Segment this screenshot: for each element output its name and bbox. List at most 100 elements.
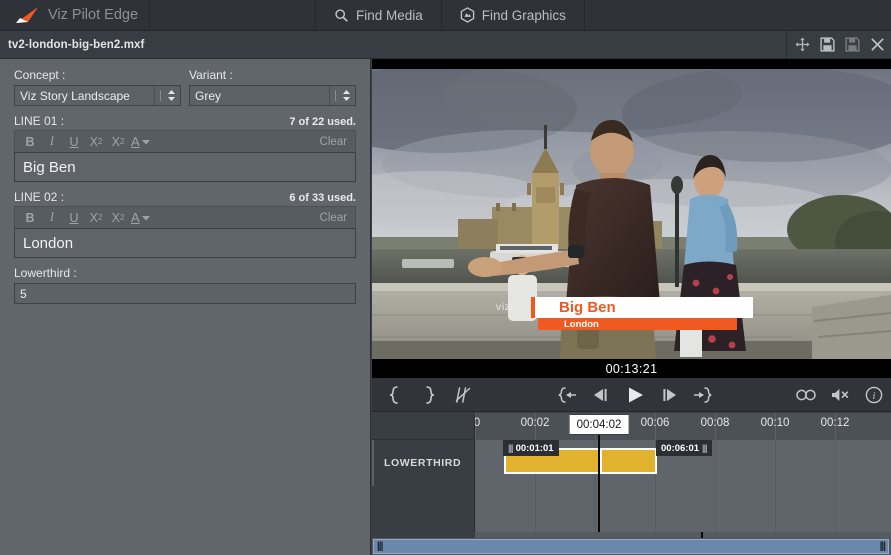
line-01-clear-button[interactable]: Clear <box>320 136 355 148</box>
graphics-form-panel: Concept : Viz Story Landscape Variant: … <box>0 59 371 555</box>
video-letterbox-top <box>372 59 891 69</box>
font-color-icon[interactable]: A <box>129 134 152 149</box>
mark-in-timecode: 00:01:01 <box>515 442 554 454</box>
timeline-playhead[interactable] <box>598 433 600 532</box>
variant-value: Grey <box>195 88 222 103</box>
lowerthird-graphic-overlay: vizrt Big Ben London <box>483 297 753 330</box>
underline-icon[interactable]: U <box>63 208 85 228</box>
timeline-gridline <box>775 440 776 532</box>
subscript-icon[interactable]: X2 <box>85 208 107 228</box>
line-01-charcount: 7 of 22 used. <box>289 116 356 128</box>
font-color-icon[interactable]: A <box>129 210 152 225</box>
mark-out-icon[interactable] <box>412 378 446 412</box>
save-icon[interactable] <box>820 37 835 52</box>
toolbar-right-spacer <box>585 0 891 30</box>
bold-icon[interactable]: B <box>19 132 41 152</box>
loop-icon[interactable] <box>789 378 823 412</box>
vizrt-logo-text: vizrt <box>495 302 519 313</box>
line-01-header: LINE 01 : 7 of 22 used. <box>14 114 356 128</box>
go-to-out-point-icon[interactable] <box>686 378 720 412</box>
timeline-header-ruler-cell <box>372 413 474 440</box>
chevron-down-icon <box>141 139 150 144</box>
timeline-gridline <box>475 440 476 532</box>
transport-playback-group <box>550 378 720 412</box>
variant-field: Variant : Grey <box>189 68 356 106</box>
timeline-gridline <box>715 440 716 532</box>
tab-find-graphics[interactable]: Find Graphics <box>442 0 585 30</box>
grip-icon: ||| <box>702 443 707 453</box>
bold-icon[interactable]: B <box>19 208 41 228</box>
scrollbar-left-grip-icon[interactable]: ||| <box>377 541 383 552</box>
subscript-icon[interactable]: X2 <box>85 132 107 152</box>
concept-spinner[interactable] <box>154 86 180 105</box>
font-color-letter: A <box>131 210 140 225</box>
lowerthird-label: Lowerthird : <box>14 266 77 280</box>
clip-split-marker <box>600 450 602 472</box>
mark-out-badge[interactable]: 00:06:01 ||| <box>656 440 712 456</box>
step-forward-icon[interactable] <box>652 378 686 412</box>
timeline-horizontal-scrollbar[interactable]: ||| ||| <box>373 539 889 554</box>
underline-icon[interactable]: U <box>63 132 85 152</box>
lowerthird-title-text: Big Ben <box>535 297 753 318</box>
brand-area: Viz Pilot Edge <box>0 0 150 30</box>
transport-mark-group <box>378 378 480 412</box>
timeline-ruler[interactable]: 0 00:02 00:06 00:08 00:10 00:12 <box>474 413 891 440</box>
variant-spinner[interactable] <box>329 86 355 105</box>
concept-value: Viz Story Landscape <box>20 88 130 103</box>
lowerthird-input[interactable]: 5 <box>14 283 356 304</box>
timeline-track-header: LOWERTHIRD <box>372 413 475 532</box>
mark-in-badge[interactable]: ||| 00:01:01 <box>503 440 559 456</box>
line-01-section: LINE 01 : 7 of 22 used. B I U X2 X2 A Cl… <box>0 106 370 182</box>
line-01-label: LINE 01 : <box>14 114 65 128</box>
line-01-format-toolbar: B I U X2 X2 A Clear <box>14 130 356 152</box>
ruler-label: 00:02 <box>520 417 550 429</box>
app-title: Viz Pilot Edge <box>48 7 139 23</box>
tab-find-media[interactable]: Find Media <box>316 0 442 30</box>
line-02-header: LINE 02 : 6 of 33 used. <box>14 190 356 204</box>
line-02-input[interactable]: London <box>14 228 356 258</box>
italic-icon[interactable]: I <box>41 132 63 152</box>
save-as-icon[interactable] <box>845 37 860 52</box>
line-02-label: LINE 02 : <box>14 190 65 204</box>
concept-field: Concept : Viz Story Landscape <box>14 68 181 106</box>
mute-icon[interactable] <box>823 378 857 412</box>
mark-in-icon[interactable] <box>378 378 412 412</box>
document-tool-group <box>786 31 891 58</box>
move-icon[interactable] <box>795 37 810 52</box>
track-label-lowerthird[interactable]: LOWERTHIRD <box>372 440 474 486</box>
variant-select[interactable]: Grey <box>189 85 356 106</box>
go-to-in-point-icon[interactable] <box>550 378 584 412</box>
mark-out-timecode: 00:06:01 <box>661 442 700 454</box>
playhead-timecode-label[interactable]: 00:04:02 <box>568 414 630 435</box>
italic-icon[interactable]: I <box>41 208 63 228</box>
timeline-footer: ||| ||| <box>372 532 891 555</box>
superscript-icon[interactable]: X2 <box>107 208 129 228</box>
superscript-icon[interactable]: X2 <box>107 132 129 152</box>
play-icon[interactable] <box>618 378 652 412</box>
lowerthird-section: Lowerthird : 5 <box>0 258 370 304</box>
scrollbar-right-grip-icon[interactable]: ||| <box>880 541 886 552</box>
step-back-icon[interactable] <box>584 378 618 412</box>
spinner-divider <box>335 90 336 101</box>
timeline-panel: LOWERTHIRD 0 00:02 00:06 00:08 00:10 00:… <box>372 413 891 555</box>
spinner-divider <box>160 90 161 101</box>
clear-marks-icon[interactable] <box>446 378 480 412</box>
transport-options-group: i <box>789 378 891 412</box>
ruler-label: 00:10 <box>760 417 790 429</box>
lowerthird-subtitle-text: London <box>564 318 599 330</box>
lowerthird-subtitle-row: London <box>538 318 737 330</box>
timeline-gridline <box>835 440 836 532</box>
info-icon[interactable]: i <box>857 378 891 412</box>
chevron-down-icon <box>141 215 150 220</box>
line-02-clear-button[interactable]: Clear <box>320 212 355 224</box>
variant-label: Variant : <box>189 68 233 82</box>
document-titlebar: tv2-london-big-ben2.mxf <box>0 31 891 59</box>
line-01-input[interactable]: Big Ben <box>14 152 356 182</box>
video-timecode-readout: 00:13:21 <box>605 361 658 376</box>
grip-icon: ||| <box>508 443 513 453</box>
tab-find-graphics-label: Find Graphics <box>481 7 566 23</box>
concept-select[interactable]: Viz Story Landscape <box>14 85 181 106</box>
line-02-format-toolbar: B I U X2 X2 A Clear <box>14 206 356 228</box>
close-icon[interactable] <box>870 37 885 52</box>
vizrt-arrow-logo-icon <box>14 6 40 24</box>
